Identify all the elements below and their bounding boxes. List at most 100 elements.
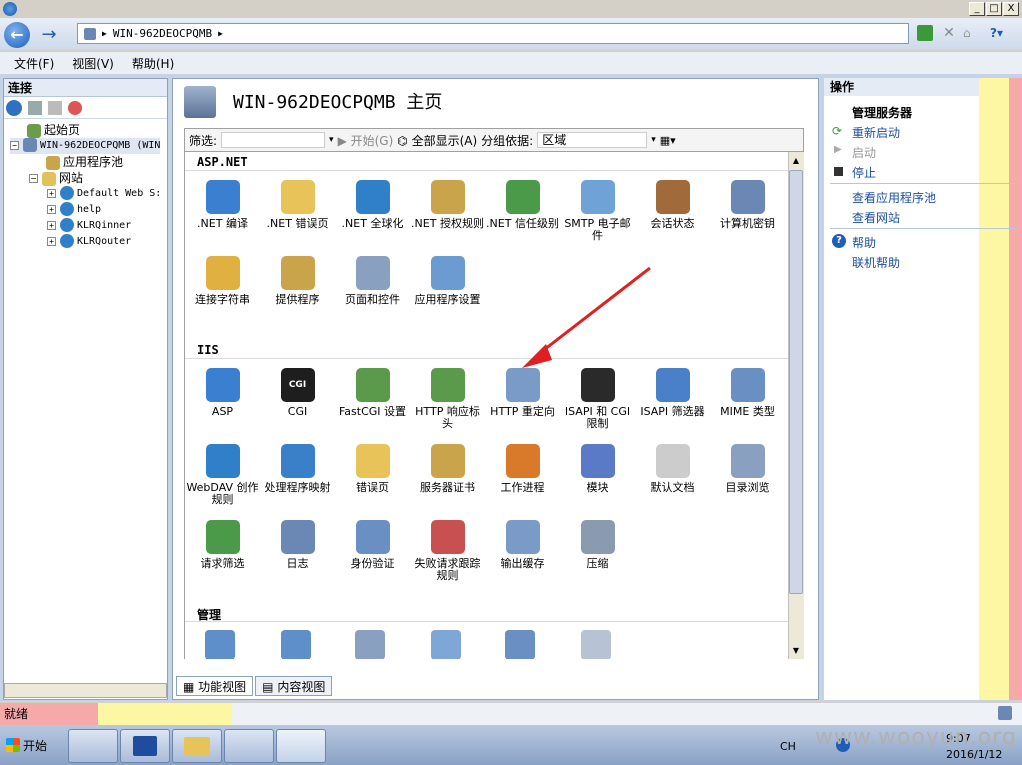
feature-1-15[interactable]: 目录浏览 (710, 444, 785, 494)
refresh-icon[interactable] (917, 25, 933, 41)
feature-1-14[interactable]: 默认文档 (635, 444, 710, 494)
feature-0-5[interactable]: SMTP 电子邮件 (560, 180, 635, 242)
feature-0-10[interactable]: 页面和控件 (335, 256, 410, 306)
feature-1-8[interactable]: WebDAV 创作规则 (185, 444, 260, 506)
iis-globe-icon (3, 2, 17, 16)
dropdown-icon[interactable]: ▾ (651, 135, 656, 145)
help-icon[interactable]: ?▾ (990, 25, 1008, 41)
disconnect-icon[interactable] (68, 100, 82, 115)
feature-1-17[interactable]: 日志 (260, 520, 335, 570)
forward-arrow-icon[interactable]: → (36, 22, 62, 48)
tree-site[interactable]: + Default Web S: (47, 186, 161, 202)
close-button[interactable]: X (1003, 2, 1019, 16)
feature-0-8[interactable]: 连接字符串 (185, 256, 260, 306)
start-link[interactable]: 启动 (852, 144, 876, 161)
collapse-icon[interactable]: − (10, 140, 19, 150)
start-button[interactable]: 开始 (2, 729, 54, 761)
taskbar-explorer[interactable] (172, 729, 222, 763)
taskbar-iis-manager[interactable] (276, 729, 326, 763)
feature-1-7[interactable]: MIME 类型 (710, 368, 785, 418)
stop-icon[interactable]: ✕ (941, 25, 957, 41)
feature-1-3[interactable]: HTTP 响应标头 (410, 368, 485, 430)
management-feature-icon[interactable] (355, 630, 385, 659)
help-link[interactable]: 帮助 (852, 234, 876, 251)
tree-server[interactable]: − WIN-962DEOCPQMB (WIN (10, 138, 161, 154)
breadcrumb-chevron-icon[interactable]: ▶ (218, 24, 223, 43)
management-feature-icon[interactable] (505, 630, 535, 659)
tab-features-view[interactable]: ▦ 功能视图 (176, 676, 254, 696)
feature-0-6[interactable]: 会话状态 (635, 180, 710, 230)
tree-start-page[interactable]: 起始页 (27, 122, 80, 138)
taskbar-app[interactable] (224, 729, 274, 763)
save-icon[interactable] (28, 100, 42, 115)
feature-1-12[interactable]: 工作进程 (485, 444, 560, 494)
maximize-button[interactable]: □ (986, 2, 1002, 16)
feature-0-11[interactable]: 应用程序设置 (410, 256, 485, 306)
up-icon[interactable] (48, 100, 62, 115)
feature-0-7[interactable]: 计算机密钥 (710, 180, 785, 230)
restart-link[interactable]: 重新启动 (852, 124, 900, 141)
feature-1-19[interactable]: 失败请求跟踪规则 (410, 520, 485, 582)
feature-0-2[interactable]: .NET 全球化 (335, 180, 410, 230)
feature-0-3[interactable]: .NET 授权规则 (410, 180, 485, 230)
breadcrumb-server[interactable]: WIN-962DEOCPQMB (113, 24, 212, 43)
feature-1-13[interactable]: 模块 (560, 444, 635, 494)
expand-icon[interactable]: + (47, 220, 56, 230)
view-app-pools-link[interactable]: 查看应用程序池 (852, 189, 936, 206)
back-arrow-icon[interactable]: ← (4, 22, 30, 48)
feature-1-16[interactable]: 请求筛选 (185, 520, 260, 570)
menu-file[interactable]: 文件(F) (14, 55, 54, 72)
management-feature-icon[interactable] (281, 630, 311, 659)
view-sites-link[interactable]: 查看网站 (852, 209, 900, 226)
group-by-select[interactable]: 区域 (537, 132, 648, 148)
feature-1-1[interactable]: CGI CGI (260, 368, 335, 418)
minimize-button[interactable]: _ (969, 2, 985, 16)
feature-1-21[interactable]: 压缩 (560, 520, 635, 570)
feature-1-2[interactable]: FastCGI 设置 (335, 368, 410, 418)
management-feature-icon[interactable] (581, 630, 611, 659)
feature-1-9[interactable]: 处理程序映射 (260, 444, 335, 494)
expand-icon[interactable]: + (47, 204, 56, 214)
show-all-button[interactable]: ⌬ 全部显示(A) (397, 132, 477, 149)
feature-0-0[interactable]: .NET 编译 (185, 180, 260, 230)
address-breadcrumb[interactable]: ▶ WIN-962DEOCPQMB ▶ (77, 23, 909, 44)
feature-icon (205, 368, 240, 402)
connect-icon[interactable] (6, 99, 22, 116)
expand-icon[interactable]: + (47, 188, 56, 198)
dropdown-icon[interactable]: ▾ (329, 135, 334, 145)
stop-link[interactable]: 停止 (852, 164, 876, 181)
feature-0-4[interactable]: .NET 信任级别 (485, 180, 560, 230)
feature-icon (430, 520, 465, 554)
feature-1-0[interactable]: ASP (185, 368, 260, 418)
scroll-down-icon[interactable]: ▼ (789, 644, 803, 658)
filter-input[interactable] (221, 132, 326, 148)
tree-app-pools[interactable]: 应用程序池 (46, 154, 123, 170)
view-mode-icon[interactable]: ▦▾ (660, 134, 676, 147)
tree-site[interactable]: + help (47, 202, 101, 218)
expand-icon[interactable]: + (47, 236, 56, 246)
feature-1-20[interactable]: 输出缓存 (485, 520, 560, 570)
feature-1-11[interactable]: 服务器证书 (410, 444, 485, 494)
feature-0-9[interactable]: 提供程序 (260, 256, 335, 306)
feature-1-10[interactable]: 错误页 (335, 444, 410, 494)
start-filter-button[interactable]: ▶ 开始(G) (338, 132, 394, 149)
tree-sites[interactable]: − 网站 (29, 170, 83, 186)
tree-site[interactable]: + KLRQouter (47, 234, 131, 250)
feature-1-18[interactable]: 身份验证 (335, 520, 410, 570)
language-indicator[interactable]: CH (780, 740, 796, 753)
collapse-icon[interactable]: − (29, 174, 38, 183)
management-feature-icon[interactable] (205, 630, 235, 659)
taskbar-powershell[interactable] (120, 729, 170, 763)
menu-help[interactable]: 帮助(H) (132, 55, 174, 72)
feature-0-1[interactable]: .NET 错误页 (260, 180, 335, 230)
taskbar-server-manager[interactable] (68, 729, 118, 763)
home-icon[interactable]: ⌂ (963, 25, 979, 41)
scroll-thumb[interactable] (789, 170, 803, 594)
left-hscrollbar[interactable] (4, 683, 167, 698)
management-feature-icon[interactable] (431, 630, 461, 659)
tab-content-view[interactable]: ▤ 内容视图 (255, 676, 333, 696)
scroll-up-icon[interactable]: ▲ (789, 154, 803, 168)
tree-site[interactable]: + KLRQinner (47, 218, 131, 234)
menu-view[interactable]: 视图(V) (72, 55, 114, 72)
online-help-link[interactable]: 联机帮助 (852, 254, 900, 271)
